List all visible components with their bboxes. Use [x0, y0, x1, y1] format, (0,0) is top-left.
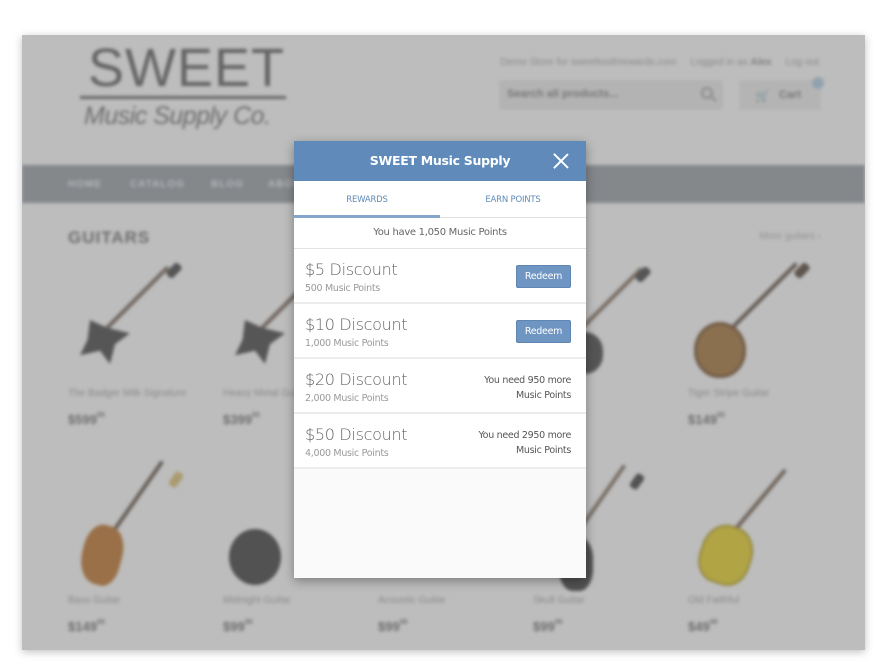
logged-in-prefix: Logged in as [690, 57, 748, 68]
top-links: Demo Store for sweettoothrewards.com Log… [500, 57, 819, 68]
points-needed-line: Music Points [516, 389, 571, 401]
section-title: GUITARS [68, 228, 151, 247]
points-needed-line: Music Points [516, 444, 571, 456]
product-name[interactable]: Midnight Guitar [223, 595, 368, 606]
product-card[interactable]: Bass Guitar $14900 [68, 460, 213, 634]
points-needed-message: You need 950 more Music Points [431, 374, 571, 403]
points-needed-line: You need 2950 more [478, 430, 571, 441]
product-image[interactable] [68, 460, 213, 590]
logout-link[interactable]: Log out [786, 57, 819, 68]
points-needed-line: You need 950 more [484, 375, 571, 386]
close-icon[interactable] [553, 153, 569, 169]
product-card[interactable]: The Badger Milk Signature $59900 [68, 260, 213, 427]
product-card[interactable]: Old Faithful $4900 [688, 467, 833, 634]
rewards-modal: SWEET Music Supply REWARDS EARN POINTS Y… [294, 141, 586, 578]
product-price: $14900 [688, 412, 725, 427]
product-image[interactable] [688, 467, 833, 592]
points-needed-message: You need 2950 more Music Points [431, 429, 571, 458]
store-logo[interactable]: SWEET Music Supply Co. [80, 41, 290, 131]
tab-earn-points[interactable]: EARN POINTS [440, 181, 586, 217]
logo-sub-text: Music Supply Co. [84, 102, 271, 130]
user-name-link[interactable]: Alex [751, 57, 772, 68]
redeem-button[interactable]: Redeem [516, 265, 571, 288]
demo-store-text: Demo Store for sweettoothrewards.com [500, 57, 677, 68]
reward-item: $20 Discount 2,000 Music Points You need… [294, 359, 586, 414]
product-price: $9900 [378, 619, 408, 634]
search-placeholder: Search all products... [507, 88, 619, 100]
reward-item: $5 Discount 500 Music Points Redeem [294, 249, 586, 304]
product-name[interactable]: Acoustic Guitar [378, 595, 523, 606]
more-guitars-link[interactable]: More guitars › [759, 231, 821, 242]
product-name[interactable]: Old Faithful [688, 595, 833, 606]
cart-button[interactable]: 🛒 Cart [739, 80, 821, 110]
product-image[interactable] [68, 260, 213, 380]
reward-cost: 1,000 Music Points [305, 338, 389, 349]
product-name[interactable]: Skull Guitar [533, 595, 678, 606]
product-image[interactable] [688, 260, 833, 380]
cart-icon: 🛒 [755, 89, 770, 103]
nav-catalog[interactable]: CATALOG [130, 179, 185, 190]
logo-main-text: SWEET [88, 38, 286, 98]
modal-header: SWEET Music Supply [294, 141, 586, 181]
product-name[interactable]: Tiger Stripe Guitar [688, 388, 833, 399]
nav-home[interactable]: HOME [68, 179, 102, 190]
reward-item: $10 Discount 1,000 Music Points Redeem [294, 304, 586, 359]
reward-title: $10 Discount [305, 315, 408, 334]
product-name[interactable]: The Badger Milk Signature [68, 388, 213, 399]
cart-count-badge [812, 77, 824, 89]
product-card[interactable]: Tiger Stripe Guitar $14900 [688, 260, 833, 427]
tab-rewards[interactable]: REWARDS [294, 181, 440, 218]
nav-blog[interactable]: BLOG [211, 179, 244, 190]
reward-title: $20 Discount [305, 370, 408, 389]
reward-cost: 4,000 Music Points [305, 448, 389, 459]
product-price: $9900 [223, 619, 253, 634]
product-price: $9900 [533, 619, 563, 634]
modal-title: SWEET Music Supply [369, 153, 511, 168]
product-price: $4900 [688, 619, 718, 634]
product-price: $59900 [68, 412, 105, 427]
points-balance: You have 1,050 Music Points [294, 218, 586, 249]
product-name[interactable]: Bass Guitar [68, 595, 213, 606]
search-icon[interactable] [701, 87, 713, 99]
product-price: $14900 [68, 619, 105, 634]
modal-tabs: REWARDS EARN POINTS [294, 181, 586, 218]
search-input[interactable]: Search all products... [499, 80, 723, 110]
reward-item: $50 Discount 4,000 Music Points You need… [294, 414, 586, 469]
reward-title: $5 Discount [305, 260, 398, 279]
reward-title: $50 Discount [305, 425, 408, 444]
reward-cost: 2,000 Music Points [305, 393, 389, 404]
redeem-button[interactable]: Redeem [516, 320, 571, 343]
logged-in-text: Logged in as Alex [690, 57, 771, 68]
reward-cost: 500 Music Points [305, 283, 380, 294]
cart-label: Cart [779, 89, 802, 101]
